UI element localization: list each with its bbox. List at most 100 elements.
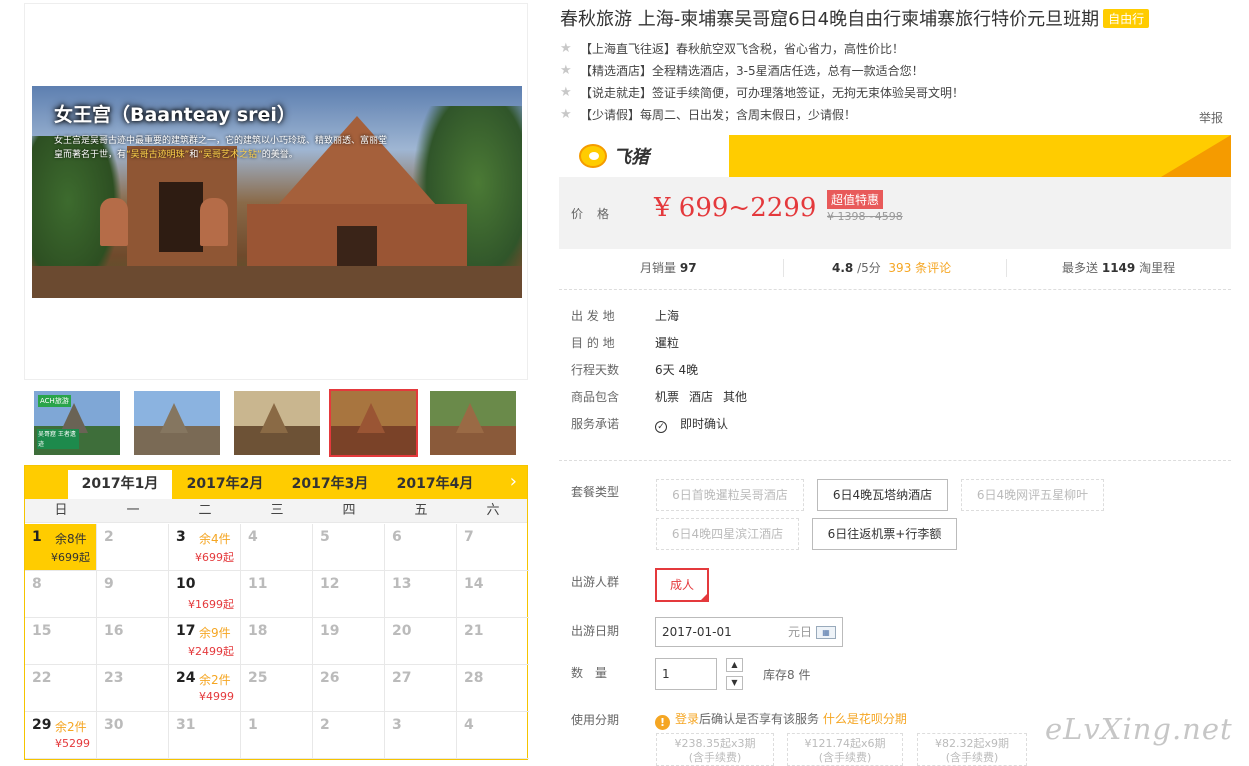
product-type-tag: 自由行 — [1103, 9, 1150, 28]
day-number: 5 — [320, 529, 330, 545]
month-tab-3[interactable]: 2017年3月 — [278, 470, 382, 499]
thumb-temple — [356, 402, 385, 433]
caption-post: 的美誉。 — [261, 150, 298, 160]
main-product-image[interactable]: 女王宫（Baanteay srei） 女王宫是吴哥古迹中最重要的建筑群之一，它的… — [32, 86, 522, 298]
month-tab-4[interactable]: 2017年4月 — [383, 470, 487, 499]
mileage: 最多送 1149 淘里程 — [1062, 253, 1175, 283]
rating: 4.8 /5分 393 条评论 — [832, 253, 951, 283]
calendar-day: 25 — [241, 665, 313, 712]
day-number: 28 — [464, 670, 484, 686]
month-tab-1[interactable]: 2017年1月 — [68, 470, 172, 499]
thumbnail-2[interactable] — [134, 391, 220, 455]
calendar-day: 12 — [313, 571, 385, 618]
day-stock: 余8件 — [55, 532, 87, 546]
calendar-month-tabs: 2017年1月 2017年2月 2017年3月 2017年4月 › — [25, 466, 527, 499]
star-icon: ★ — [560, 63, 572, 78]
stats-bar: 月销量 97 4.8 /5分 393 条评论 最多送 1149 淘里程 — [559, 253, 1231, 283]
installment-fee: (含手续费) — [818, 751, 872, 764]
monthly-sales: 月销量 97 — [640, 253, 697, 283]
day-number: 13 — [392, 576, 412, 592]
brand-bar-slant — [699, 135, 729, 177]
installment-label: 使用分期 — [571, 713, 620, 727]
chevron-right-icon[interactable]: › — [510, 470, 517, 494]
info-key: 目 的 地 — [571, 336, 615, 350]
day-number: 25 — [248, 670, 268, 686]
day-price: ¥1699起 — [188, 598, 234, 611]
calendar-day: 30 — [97, 712, 169, 759]
star-icon: ★ — [560, 85, 572, 100]
thumbnail-4-active[interactable] — [329, 389, 418, 457]
package-option-3[interactable]: 6日4晚网评五星柳叶 — [961, 479, 1104, 511]
installment-option-2[interactable]: ¥121.74起x6期 (含手续费) — [787, 733, 903, 766]
installment-help-link[interactable]: 什么是花呗分期 — [823, 712, 907, 726]
include-flight: 机票 — [655, 390, 680, 404]
day-number: 8 — [32, 576, 42, 592]
calendar-day[interactable]: 3 余4件 ¥699起 — [169, 524, 241, 571]
info-value: 机票 酒店 其他 — [655, 387, 747, 407]
day-price: ¥2499起 — [188, 645, 234, 658]
calendar-day: 15 — [25, 618, 97, 665]
date-label: 出游日期 — [571, 624, 620, 638]
calendar-day: 4 — [457, 712, 529, 759]
day-number: 7 — [464, 529, 474, 545]
calendar-day: 31 — [169, 712, 241, 759]
reviews-link[interactable]: 393 条评论 — [888, 261, 951, 275]
thumbnail-3[interactable] — [234, 391, 320, 455]
thumbnail-5[interactable] — [430, 391, 516, 455]
product-title: 春秋旅游 上海-柬埔寨吴哥窟6日4晚自由行柬埔寨旅行特价元旦班期 自由行 — [560, 5, 1150, 31]
calendar-day[interactable]: 24 余2件 ¥4999 — [169, 665, 241, 712]
installment-amount: ¥82.32起x9期 — [935, 737, 1009, 750]
day-number: 11 — [248, 576, 268, 592]
calendar-day: 22 — [25, 665, 97, 712]
mileage-pre: 最多送 — [1062, 261, 1099, 275]
calendar-day: 27 — [385, 665, 457, 712]
image-statue-left — [100, 198, 128, 246]
quantity-input[interactable]: 1 — [655, 658, 717, 690]
calendar-day[interactable]: 29 余2件 ¥5299 — [25, 712, 97, 759]
month-tab-2[interactable]: 2017年2月 — [173, 470, 277, 499]
package-option-5[interactable]: 6日往返机票+行李额 — [812, 518, 957, 550]
calendar-day[interactable]: 17 余9件 ¥2499起 — [169, 618, 241, 665]
package-option-2[interactable]: 6日4晚瓦塔纳酒店 — [817, 479, 948, 511]
date-picker[interactable]: 2017-01-01 元日 ▦ — [655, 617, 843, 647]
calendar-day: 2 — [97, 524, 169, 571]
stat-divider — [783, 259, 784, 277]
chevron-up-icon[interactable]: ▲ — [726, 658, 743, 672]
calendar-icon[interactable]: ▦ — [816, 626, 836, 639]
weekday-label: 六 — [486, 503, 500, 518]
report-link[interactable]: 举报 — [1199, 109, 1223, 126]
date-value: 2017-01-01 — [662, 625, 732, 639]
login-link[interactable]: 登录 — [675, 712, 699, 726]
chevron-down-icon[interactable]: ▼ — [726, 676, 743, 690]
caption-quote-2: “吴哥艺术之钻” — [198, 150, 262, 160]
thumb-temple — [259, 402, 288, 433]
star-icon: ★ — [560, 41, 572, 56]
installment-option-3[interactable]: ¥82.32起x9期 (含手续费) — [917, 733, 1027, 766]
day-number: 23 — [104, 670, 124, 686]
selected-corner-icon — [699, 592, 709, 602]
day-number: 26 — [320, 670, 340, 686]
package-option-4[interactable]: 6日4晚四星滨江酒店 — [656, 518, 799, 550]
feature-list: ★ 【上海直飞往返】春秋航空双飞含税，省心省力，高性价比！ ★ 【精选酒店】全程精选… — [560, 38, 964, 126]
thumbnail-1[interactable]: ACH旅游 吴哥窟 王者遗迹 — [34, 391, 120, 455]
installment-notice: ! 登录后确认是否享有该服务 什么是花呗分期 — [655, 710, 907, 730]
stock-text: 库存8 件 — [763, 668, 811, 682]
image-gate-door — [159, 182, 203, 252]
crowd-option-adult[interactable]: 成人 — [655, 568, 709, 602]
calendar-day-selected[interactable]: 1 余8件 ¥699起 — [25, 524, 97, 571]
crowd-label: 出游人群 — [571, 575, 620, 589]
thumb-overlay: 吴哥窟 王者遗迹 — [37, 429, 79, 449]
day-stock: 余2件 — [199, 673, 231, 687]
package-option-1[interactable]: 6日首晚暹粒吴哥酒店 — [656, 479, 804, 511]
installment-option-1[interactable]: ¥238.35起x3期 (含手续费) — [656, 733, 774, 766]
pig-logo-icon — [579, 144, 607, 168]
installment-amount: ¥121.74起x6期 — [804, 737, 886, 750]
calendar-day[interactable]: 10 ¥1699起 — [169, 571, 241, 618]
price-calendar: 2017年1月 2017年2月 2017年3月 2017年4月 › 日 一 二 三 四 五… — [24, 465, 529, 760]
day-number: 4 — [464, 717, 474, 733]
day-number: 30 — [104, 717, 124, 733]
day-price: ¥5299 — [55, 737, 90, 750]
image-caption-text: 女王宫是吴哥古迹中最重要的建筑群之一，它的建筑以小巧玲珑、精致丽透、富丽堂皇而著… — [54, 134, 394, 162]
day-number: 27 — [392, 670, 412, 686]
feature-text: 【说走就走】签证手续简便，可办理落地签证，无拘无束体验吴哥文明！ — [580, 86, 965, 100]
